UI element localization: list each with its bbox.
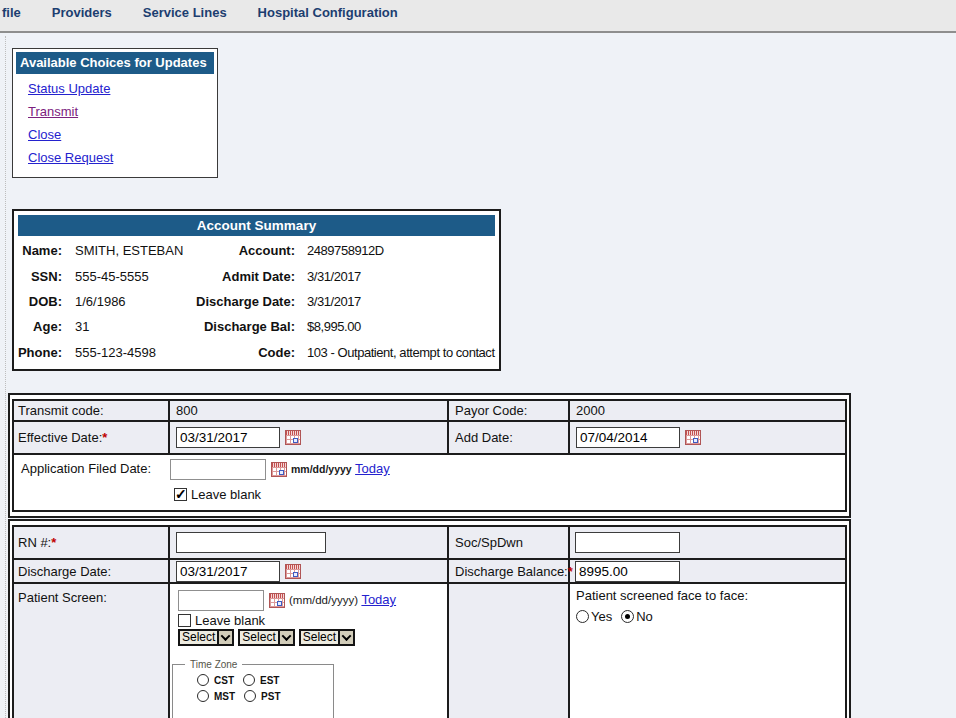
empty-cell [448, 583, 569, 718]
screen-select-1[interactable]: Select [178, 629, 234, 646]
calendar-icon[interactable] [271, 462, 287, 477]
field-label: Phone: [14, 340, 62, 365]
leave-blank-label: Leave blank [195, 613, 265, 628]
transmit-form-table: Transmit code: 800 Payor Code: 2000 Effe… [8, 393, 851, 518]
nav-service-lines[interactable]: Service Lines [143, 5, 227, 20]
est-label: EST [260, 675, 279, 686]
patient-form-table: RN #:* Soc/SpDwn Discharge Date: Dischar… [8, 519, 851, 718]
face-no-radio[interactable] [621, 610, 634, 623]
field-label: Admit Date: [192, 263, 295, 288]
field-value: 2489758912D [295, 238, 499, 263]
rn-number-label: RN #:* [13, 526, 169, 559]
nav-hospital-configuration[interactable]: Hospital Configuration [258, 5, 398, 20]
close-request-link[interactable]: Close Request [28, 150, 113, 165]
screen-select-2[interactable]: Select [238, 629, 294, 646]
mst-label: MST [214, 691, 235, 702]
calendar-icon[interactable] [285, 430, 301, 445]
field-label: Account: [192, 238, 295, 263]
mst-radio[interactable] [197, 690, 209, 702]
field-label: Age: [14, 314, 62, 339]
patient-screen-date-input[interactable] [178, 590, 264, 611]
time-zone-legend: Time Zone [185, 659, 242, 670]
calendar-icon[interactable] [285, 564, 301, 579]
rn-number-input[interactable] [176, 532, 326, 553]
account-summary-panel: Account Summary Name: SMITH, ESTEBAN Acc… [12, 209, 501, 371]
calendar-icon[interactable] [269, 593, 285, 608]
available-choices-panel: Available Choices for Updates Status Upd… [12, 48, 218, 178]
leave-blank-checkbox[interactable] [178, 614, 191, 627]
today-link[interactable]: Today [355, 461, 390, 476]
est-radio[interactable] [243, 674, 255, 686]
today-link[interactable]: Today [361, 592, 396, 607]
nav-file[interactable]: file [2, 5, 21, 20]
effective-date-input[interactable] [176, 427, 280, 448]
soc-spdwn-input[interactable] [575, 532, 680, 553]
face-yes-label: Yes [591, 609, 612, 624]
nav-providers[interactable]: Providers [52, 5, 112, 20]
field-value: $8,995.00 [295, 314, 499, 339]
field-label: Name: [14, 238, 62, 263]
summary-row: Phone: 555-123-4598 Code: 103 - Outpatie… [14, 340, 499, 365]
dropdown-arrow-icon [338, 631, 353, 644]
field-label: Discharge Bal: [192, 314, 295, 339]
left-dotted-divider [5, 36, 6, 718]
leave-blank-checkbox[interactable] [174, 488, 187, 501]
field-value: 103 - Outpatient, attempt to contact [295, 340, 499, 365]
account-summary-table: Name: SMITH, ESTEBAN Account: 2489758912… [14, 238, 499, 365]
summary-row: Age: 31 Discharge Bal: $8,995.00 [14, 314, 499, 339]
discharge-balance-input[interactable] [575, 561, 680, 582]
patient-screen-label: Patient Screen: [13, 583, 169, 718]
dropdown-arrow-icon [217, 631, 232, 644]
pst-label: PST [261, 691, 280, 702]
summary-row: Name: SMITH, ESTEBAN Account: 2489758912… [14, 238, 499, 263]
status-update-link[interactable]: Status Update [28, 81, 110, 96]
close-link[interactable]: Close [28, 127, 61, 142]
cst-label: CST [214, 675, 234, 686]
transmit-code-label: Transmit code: [13, 400, 169, 421]
discharge-date-label: Discharge Date: [13, 559, 169, 583]
field-value: SMITH, ESTEBAN [62, 238, 192, 263]
application-filed-date-input[interactable] [170, 459, 266, 480]
transmit-code-value: 800 [169, 400, 448, 421]
field-label: SSN: [14, 263, 62, 288]
field-label: Code: [192, 340, 295, 365]
application-filed-date-label: Application Filed Date: [21, 461, 170, 476]
field-label: Discharge Date: [192, 289, 295, 314]
field-value: 555-45-5555 [62, 263, 192, 288]
field-value: 1/6/1986 [62, 289, 192, 314]
payor-code-value: 2000 [569, 400, 846, 421]
field-value: 3/31/2017 [295, 289, 499, 314]
face-no-label: No [636, 609, 653, 624]
top-nav: file Providers Service Lines Hospital Co… [0, 0, 956, 33]
field-value: 3/31/2017 [295, 263, 499, 288]
summary-row: DOB: 1/6/1986 Discharge Date: 3/31/2017 [14, 289, 499, 314]
face-yes-radio[interactable] [576, 610, 589, 623]
payor-code-label: Payor Code: [448, 400, 569, 421]
time-zone-fieldset: Time Zone CST EST MST PST [172, 659, 334, 718]
discharge-date-input[interactable] [176, 561, 280, 582]
account-summary-header: Account Summary [18, 215, 495, 236]
pst-radio[interactable] [244, 690, 256, 702]
field-label: DOB: [14, 289, 62, 314]
soc-spdwn-label: Soc/SpDwn [448, 526, 569, 559]
screen-select-3[interactable]: Select [299, 629, 355, 646]
effective-date-label: Effective Date:* [13, 421, 169, 454]
available-choices-header: Available Choices for Updates [16, 52, 214, 74]
add-date-label: Add Date: [448, 421, 569, 454]
dropdown-arrow-icon [278, 631, 293, 644]
transmit-link[interactable]: Transmit [28, 104, 78, 119]
date-format-hint: (mm/dd/yyyy) [289, 594, 358, 606]
field-value: 31 [62, 314, 192, 339]
discharge-balance-label: Discharge Balance:* [448, 559, 569, 583]
cst-radio[interactable] [197, 674, 209, 686]
date-format-hint: mm/dd/yyyy [291, 463, 352, 475]
face-to-face-label: Patient screened face to face: [576, 588, 845, 603]
calendar-icon[interactable] [685, 430, 701, 445]
field-value: 555-123-4598 [62, 340, 192, 365]
summary-row: SSN: 555-45-5555 Admit Date: 3/31/2017 [14, 263, 499, 288]
leave-blank-label: Leave blank [191, 487, 261, 502]
add-date-input[interactable] [576, 427, 680, 448]
